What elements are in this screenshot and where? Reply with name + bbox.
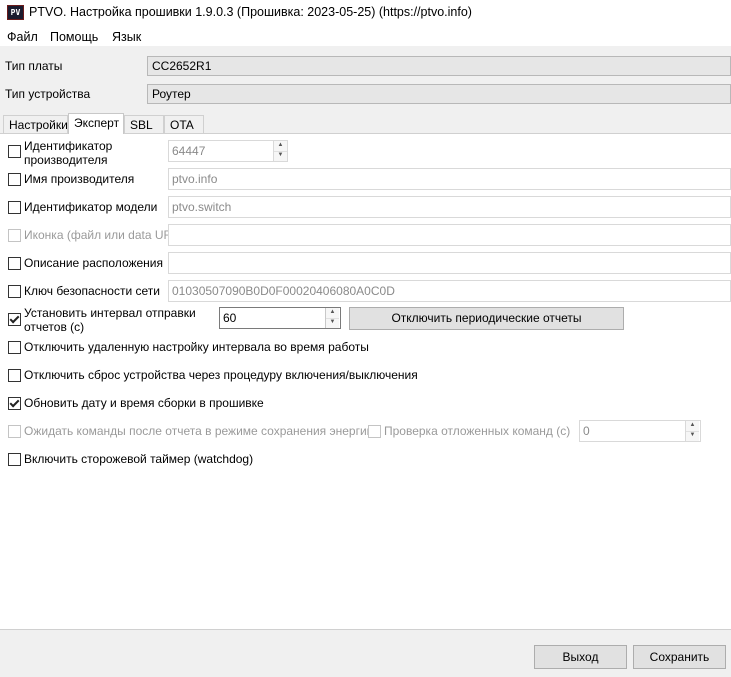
disable-remote-interval-label: Отключить удаленную настройку интервала … bbox=[24, 340, 369, 354]
manufacturer-id-input[interactable]: 64447 bbox=[168, 140, 288, 162]
menu-bar bbox=[0, 26, 731, 46]
network-key-label: Ключ безопасности сети bbox=[24, 284, 160, 298]
disable-remote-interval-checkbox[interactable] bbox=[8, 341, 21, 354]
report-interval-value: 60 bbox=[223, 311, 237, 325]
tab-sbl[interactable]: SBL bbox=[124, 115, 164, 133]
network-key-input[interactable]: 01030507090B0D0F00020406080A0C0D bbox=[168, 280, 731, 302]
device-type-label: Тип устройства bbox=[5, 87, 91, 101]
report-interval-input[interactable]: 60 bbox=[219, 307, 341, 329]
report-interval-label-line1: Установить интервал отправки bbox=[24, 306, 196, 320]
check-pending-spinner[interactable]: ▲ ▼ bbox=[685, 421, 699, 441]
check-pending-input[interactable]: 0 bbox=[579, 420, 701, 442]
app-icon: PV bbox=[7, 5, 24, 20]
icon-uri-label: Иконка (файл или data URI) bbox=[24, 228, 180, 242]
tab-ota[interactable]: OTA bbox=[164, 115, 204, 133]
spin-down-arrow-icon[interactable]: ▼ bbox=[686, 431, 699, 441]
check-pending-label: Проверка отложенных команд (с) bbox=[384, 424, 571, 438]
exit-button[interactable]: Выход bbox=[534, 645, 627, 669]
model-id-input[interactable]: ptvo.switch bbox=[168, 196, 731, 218]
update-build-date-label: Обновить дату и время сборки в прошивке bbox=[24, 396, 264, 410]
check-pending-checkbox[interactable] bbox=[368, 425, 381, 438]
manufacturer-id-label-line1: Идентификатор bbox=[24, 139, 113, 153]
disable-power-reset-label: Отключить сброс устройства через процеду… bbox=[24, 368, 418, 382]
spin-down-arrow-icon[interactable]: ▼ bbox=[274, 151, 287, 161]
wait-commands-checkbox[interactable] bbox=[8, 425, 21, 438]
location-checkbox[interactable] bbox=[8, 257, 21, 270]
watchdog-checkbox[interactable] bbox=[8, 453, 21, 466]
menu-file[interactable]: Файл bbox=[7, 30, 38, 44]
board-type-label: Тип платы bbox=[5, 59, 63, 73]
window-title: PTVO. Настройка прошивки 1.9.0.3 (Прошив… bbox=[29, 5, 472, 19]
manufacturer-id-label: Идентификатор производителя bbox=[24, 139, 112, 167]
manufacturer-name-checkbox[interactable] bbox=[8, 173, 21, 186]
disable-periodic-reports-button[interactable]: Отключить периодические отчеты bbox=[349, 307, 624, 330]
report-interval-checkbox[interactable] bbox=[8, 313, 21, 326]
manufacturer-id-value: 64447 bbox=[172, 144, 206, 158]
update-build-date-checkbox[interactable] bbox=[8, 397, 21, 410]
report-interval-spinner[interactable]: ▲ ▼ bbox=[325, 308, 339, 328]
tab-settings[interactable]: Настройки bbox=[3, 115, 68, 133]
wait-commands-label: Ожидать команды после отчета в режиме со… bbox=[24, 424, 374, 438]
spin-down-arrow-icon[interactable]: ▼ bbox=[326, 318, 339, 328]
tab-expert[interactable]: Эксперт bbox=[68, 113, 124, 134]
report-interval-label-line2: отчетов (с) bbox=[24, 320, 85, 334]
disable-power-reset-checkbox[interactable] bbox=[8, 369, 21, 382]
watchdog-label: Включить сторожевой таймер (watchdog) bbox=[24, 452, 254, 466]
report-interval-label: Установить интервал отправки отчетов (с) bbox=[24, 306, 196, 334]
icon-uri-input[interactable] bbox=[168, 224, 731, 246]
menu-help[interactable]: Помощь bbox=[50, 30, 98, 44]
manufacturer-name-input[interactable]: ptvo.info bbox=[168, 168, 731, 190]
model-id-checkbox[interactable] bbox=[8, 201, 21, 214]
manufacturer-id-spinner[interactable]: ▲ ▼ bbox=[273, 141, 287, 161]
location-label: Описание расположения bbox=[24, 256, 164, 270]
icon-uri-checkbox[interactable] bbox=[8, 229, 21, 242]
network-key-checkbox[interactable] bbox=[8, 285, 21, 298]
save-button[interactable]: Сохранить bbox=[633, 645, 726, 669]
menu-language[interactable]: Язык bbox=[112, 30, 141, 44]
board-type-select[interactable]: CC2652R1 bbox=[147, 56, 731, 76]
manufacturer-id-label-line2: производителя bbox=[24, 153, 108, 167]
model-id-label: Идентификатор модели bbox=[24, 200, 158, 214]
manufacturer-id-checkbox[interactable] bbox=[8, 145, 21, 158]
manufacturer-name-label: Имя производителя bbox=[24, 172, 135, 186]
check-pending-value: 0 bbox=[583, 424, 590, 438]
location-input[interactable] bbox=[168, 252, 731, 274]
device-type-select[interactable]: Роутер bbox=[147, 84, 731, 104]
